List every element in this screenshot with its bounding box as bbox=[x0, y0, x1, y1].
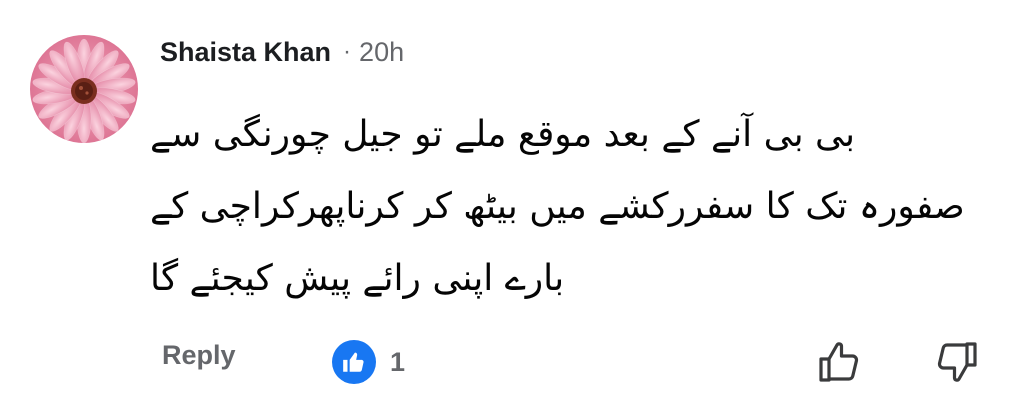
reply-button[interactable]: Reply bbox=[162, 340, 236, 371]
comment-line-text: صفورہ تک کا سفررکشے میں بیٹھ کر کرناپھرک… bbox=[150, 185, 965, 227]
avatar[interactable] bbox=[30, 35, 138, 143]
comment-actions: Reply 1 bbox=[0, 330, 1024, 390]
comment-line: صفورہ تک کا سفررکشے میں بیٹھ کر کرناپھرک… bbox=[150, 170, 990, 242]
comment-text: بی بی آنے کے بعد موقع ملے تو جیل چورنگی … bbox=[150, 98, 990, 314]
author-name[interactable]: Shaista Khan bbox=[160, 37, 331, 68]
like-icon bbox=[332, 340, 376, 384]
thumbs-up-icon[interactable] bbox=[815, 338, 863, 386]
comment-line-text: بی بی آنے کے بعد موقع ملے تو جیل چورنگی … bbox=[150, 113, 856, 155]
comment-line: بی بی آنے کے بعد موقع ملے تو جیل چورنگی … bbox=[150, 98, 990, 170]
comment-header: Shaista Khan · 20h bbox=[160, 28, 404, 76]
separator-dot: · bbox=[343, 38, 352, 65]
comment-line: بارے اپنی رائے پیش کیجئے گا bbox=[150, 242, 990, 314]
reaction-summary[interactable]: 1 bbox=[332, 340, 405, 384]
comment-line-text: بارے اپنی رائے پیش کیجئے گا bbox=[150, 257, 565, 299]
thumbs-down-icon[interactable] bbox=[933, 338, 981, 386]
reaction-count: 1 bbox=[390, 346, 406, 377]
flower-avatar-image bbox=[30, 35, 138, 143]
timestamp[interactable]: 20h bbox=[359, 37, 404, 68]
comment: Shaista Khan · 20h بی بی آنے کے بعد موقع… bbox=[0, 0, 1024, 405]
